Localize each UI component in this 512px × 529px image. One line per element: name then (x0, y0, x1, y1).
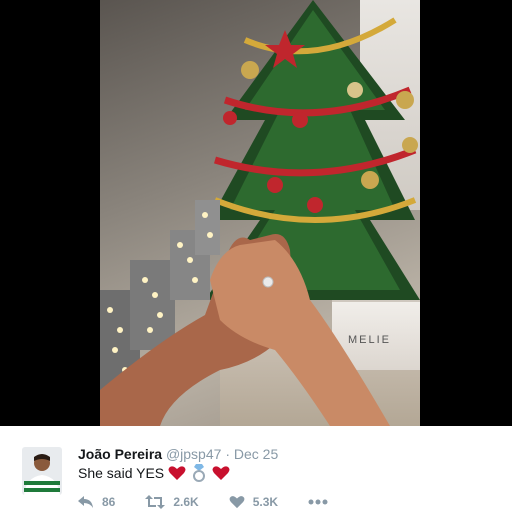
reply-button[interactable]: 86 (78, 495, 115, 509)
holding-hands-graphic (100, 234, 390, 426)
author-name[interactable]: João Pereira (78, 446, 162, 462)
heart-outline-icon (229, 496, 245, 509)
tweet-date[interactable]: Dec 25 (234, 446, 278, 462)
tweet-header: João Pereira @jpsp47 · Dec 25 (78, 446, 278, 462)
tweet-text-row: She said YES (78, 464, 230, 482)
retweet-button[interactable]: 2.6K (145, 495, 199, 509)
like-count: 5.3K (252, 495, 279, 509)
tweet-actions: 86 2.6K 5.3K (78, 495, 358, 509)
avatar[interactable] (22, 447, 62, 495)
tweet-text: She said YES (78, 465, 165, 481)
more-dots-icon (308, 499, 328, 505)
reply-icon (78, 496, 93, 508)
retweet-icon (145, 495, 166, 509)
tweet-media[interactable]: MELIE (0, 0, 512, 426)
ring-icon (190, 464, 208, 482)
like-button[interactable]: 5.3K (229, 495, 278, 509)
more-button[interactable] (308, 499, 328, 505)
author-handle[interactable]: @jpsp47 (166, 446, 221, 462)
reply-count: 86 (102, 495, 116, 509)
header-separator: · (225, 446, 230, 462)
avatar-image (22, 447, 62, 495)
tweet-card[interactable]: João Pereira @jpsp47 · Dec 25 She said Y… (0, 426, 512, 529)
retweet-count: 2.6K (173, 495, 199, 509)
tweet-photo[interactable]: MELIE (100, 0, 420, 426)
heart-icon (168, 464, 186, 482)
heart-icon (212, 464, 230, 482)
